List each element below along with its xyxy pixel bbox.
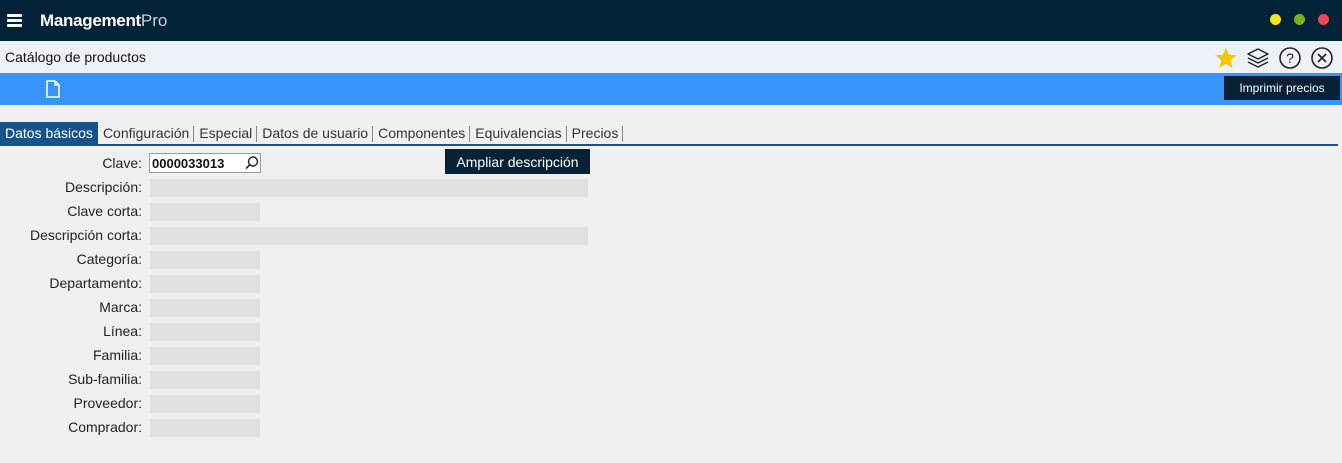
help-icon[interactable]: ? <box>1278 46 1302 70</box>
tab-bar: Datos básicos Configuración Especial Dat… <box>0 122 624 144</box>
document-icon[interactable] <box>45 80 61 98</box>
tab-datos-basicos[interactable]: Datos básicos <box>0 122 98 144</box>
descripcion-label: Descripción: <box>64 179 142 195</box>
tab-componentes[interactable]: Componentes <box>373 122 471 144</box>
maximize-button[interactable] <box>1294 14 1305 25</box>
tab-especial[interactable]: Especial <box>194 122 258 144</box>
tab-underline <box>0 144 1338 146</box>
departamento-label: Departamento: <box>49 275 142 291</box>
marca-label: Marca: <box>99 299 142 315</box>
comprador-label: Comprador: <box>68 419 142 435</box>
print-prices-button[interactable]: Imprimir precios <box>1224 76 1340 100</box>
page-title: Catálogo de productos <box>5 49 146 65</box>
menu-icon[interactable] <box>7 14 22 27</box>
descripcion-field[interactable] <box>150 179 588 197</box>
search-icon[interactable] <box>243 154 261 172</box>
departamento-field[interactable] <box>150 275 260 293</box>
layers-icon[interactable] <box>1246 46 1270 70</box>
proveedor-field[interactable] <box>150 395 260 413</box>
descripcion-corta-label: Descripción corta: <box>29 227 142 243</box>
tab-datos-de-usuario[interactable]: Datos de usuario <box>257 122 373 144</box>
categoria-field[interactable] <box>150 251 260 269</box>
action-toolbar <box>0 73 1342 105</box>
page-header: Catálogo de productos ? <box>0 41 1342 73</box>
close-window-button[interactable] <box>1318 14 1329 25</box>
tab-configuracion[interactable]: Configuración <box>98 122 195 144</box>
svg-text:?: ? <box>1286 50 1294 66</box>
proveedor-label: Proveedor: <box>73 395 142 411</box>
linea-field[interactable] <box>150 323 260 341</box>
categoria-label: Categoría: <box>76 251 142 267</box>
star-icon[interactable] <box>1214 46 1238 70</box>
familia-label: Familia: <box>92 347 142 363</box>
close-circle-icon[interactable] <box>1310 46 1334 70</box>
clave-corta-field[interactable] <box>150 203 260 221</box>
descripcion-corta-field[interactable] <box>150 227 588 245</box>
sub-familia-field[interactable] <box>150 371 260 389</box>
comprador-field[interactable] <box>150 419 260 437</box>
title-bar: ManagementPro <box>0 0 1342 41</box>
linea-label: Línea: <box>103 323 142 339</box>
expand-description-button[interactable]: Ampliar descripción <box>445 149 590 174</box>
familia-field[interactable] <box>150 347 260 365</box>
marca-field[interactable] <box>150 299 260 317</box>
clave-corta-label: Clave corta: <box>67 203 142 219</box>
tab-equivalencias[interactable]: Equivalencias <box>470 122 568 144</box>
app-brand: ManagementPro <box>40 11 168 30</box>
sub-familia-label: Sub-familia: <box>68 371 142 387</box>
minimize-button[interactable] <box>1270 14 1281 25</box>
clave-label: Clave: <box>102 155 142 171</box>
tab-precios[interactable]: Precios <box>567 122 624 144</box>
clave-value: 0000033013 <box>152 156 225 171</box>
